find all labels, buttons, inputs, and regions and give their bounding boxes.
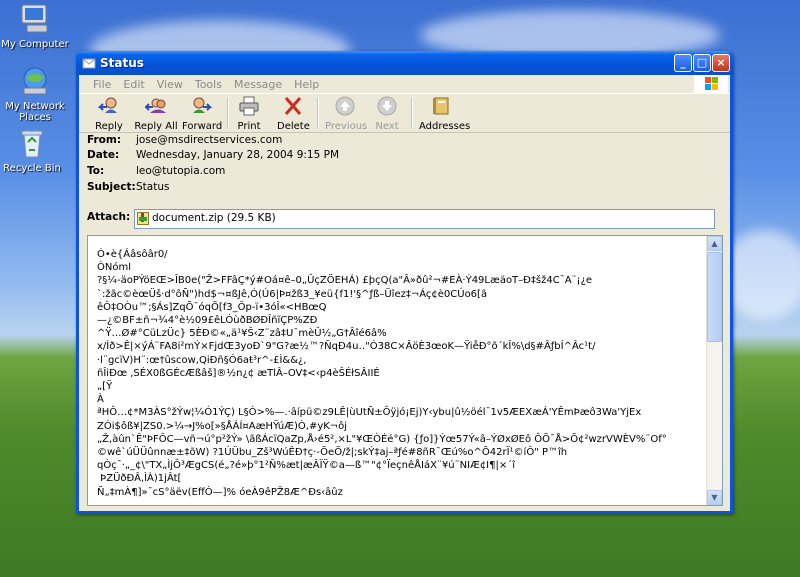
addresses-button[interactable]: Addresses <box>419 96 471 132</box>
toolbar: Reply Reply All Forward Print Delete Pre… <box>79 94 730 133</box>
attachment-filename[interactable]: document.zip (29.5 KB) <box>152 212 276 224</box>
toolbar-separator <box>411 98 413 128</box>
my-computer-icon <box>18 2 52 36</box>
address-book-icon <box>433 97 449 115</box>
message-body-line: ÞZÜðÐÂ,ÌÀ)1jÂt[ <box>97 473 182 485</box>
delete-button[interactable]: Delete <box>277 96 310 132</box>
message-body-text: Ó•è{Áâsôâr0/ÒNóml ?§¼-äoPÝöEŒ>ÎB0e("Ž>FFâ… <box>97 248 700 499</box>
desktop-icon-label: Recycle Bin <box>3 163 61 174</box>
delete-label: Delete <box>277 121 310 132</box>
message-body-line: —¿©BF±ñ¬¾4°è½09£êLÓùðBØĐÎñĩÇP%ZÐ <box>97 315 318 327</box>
message-body-line: ªHÔ…¢*M3ÀS°žÝw¦¼Ó1ÝÇ) L§Ó>%—.·âípü©z9LÊ|… <box>97 407 642 419</box>
scroll-thumb[interactable] <box>707 252 722 342</box>
reply-icon <box>97 97 117 113</box>
message-body-line: ZÓi$ôß¥|ZS0.>¼→J%o[»§ÅÁÍ¤AæHŸúÆ)Ò,#yK¬ôj <box>97 420 348 432</box>
message-body-line: „[Ÿ <box>97 381 113 393</box>
reply-all-label: Reply All <box>134 121 178 132</box>
message-body-line: ?§¼-äoPÝöEŒ>ÎB0e("Ž>FFâÇ*ý#Oá¤ê–0„ÛçZÖEH… <box>97 275 593 287</box>
maximize-button[interactable]: □ <box>693 54 711 72</box>
up-arrow-icon <box>335 96 355 116</box>
envelope-icon <box>82 58 96 69</box>
message-body-line: `:žãc©èœÜš·d°ôÑ")hd$¬¤ßJê,Ó(Ú6|Þ¤žß3_¥eü… <box>97 288 488 300</box>
toolbar-separator <box>317 98 319 128</box>
message-body-line: ^Ÿ…Ø#°CüLzÜc} 5ÈÐ©«„ä¹¥Š‹Z¨zâ‡U¯mèÛ½„G†Â… <box>97 328 387 340</box>
message-body-line: Ó•è{Áâsôâr0/ <box>97 249 168 260</box>
to-label: To: <box>87 165 105 177</box>
message-header: From: jose@msdirectservices.com Date: We… <box>79 134 730 232</box>
date-value: Wednesday, January 28, 2004 9:15 PM <box>136 149 340 161</box>
menu-message[interactable]: Message <box>228 75 288 91</box>
menu-file[interactable]: File <box>79 75 117 91</box>
message-body-line: qÒç¯·„_¢\"TX„ÌjÔ³ÆgCS(é„?é»þ°1²Ñ%æt|æÂÏŸ… <box>97 460 516 472</box>
toolbar-separator <box>227 98 229 128</box>
forward-button[interactable]: Forward <box>182 96 223 132</box>
message-body-line: „Ž,àûn`Ê"ÞFÔC—vñ¬ú°p²žÝ» \ãßÁcïQaZp,Å›é5… <box>97 433 667 445</box>
vertical-scrollbar[interactable]: ▲ ▼ <box>706 236 722 505</box>
date-label: Date: <box>87 149 120 161</box>
message-body[interactable]: Ó•è{Áâsôâr0/ÒNóml ?§¼-äoPÝöEŒ>ÎB0e("Ž>FFâ… <box>87 235 723 506</box>
zip-file-icon <box>137 212 149 225</box>
scroll-down-button[interactable]: ▼ <box>707 490 722 505</box>
message-body-line: x/Ìð>Ê|×ýÁ¨FA8i²mÝ×FjdŒ3yoÐ`9"G?æ½™?ÑqÐ4… <box>97 341 596 353</box>
next-label: Next <box>375 121 399 132</box>
window-client: File Edit View Tools Message Help Reply Reply… <box>79 75 730 511</box>
message-body-line: Ñ„‡mÀ¶]»¯cS°äëv(EffÒ—]% óeÀ9êPŽ8Æ^Ðs‹âûz <box>97 486 343 498</box>
next-button[interactable]: Next <box>372 96 402 132</box>
reply-button[interactable]: Reply <box>87 96 131 132</box>
minimize-button[interactable]: _ <box>674 54 692 72</box>
reply-label: Reply <box>95 121 123 132</box>
menu-edit[interactable]: Edit <box>117 75 150 91</box>
scroll-up-button[interactable]: ▲ <box>707 236 722 251</box>
down-arrow-icon <box>377 96 397 116</box>
reply-all-icon <box>143 98 166 113</box>
print-label: Print <box>237 121 261 132</box>
windows-logo-icon <box>694 75 728 93</box>
addresses-label: Addresses <box>419 121 471 132</box>
reply-all-button[interactable]: Reply All <box>132 96 180 132</box>
desktop-icon-recycle-bin[interactable]: Recycle Bin <box>0 126 72 174</box>
forward-icon <box>193 97 213 113</box>
attachment-field[interactable]: document.zip (29.5 KB) <box>134 209 715 229</box>
delete-icon <box>284 97 302 115</box>
desktop-icon-label: My Computer <box>1 39 69 50</box>
desktop-icon-my-computer[interactable]: My Computer <box>0 2 70 50</box>
menu-tools[interactable]: Tools <box>189 75 228 91</box>
message-body-line: ©wê`úÜÜûnnæ±‡õW) ?1ÚÜbu_Zš³WúÊÐ†ç·-ÕeÕ/ž… <box>97 447 568 459</box>
from-value: jose@msdirectservices.com <box>136 134 283 146</box>
message-body-line: ñÎiÐœ ,SÉX0ßGÉcÆßâš]®½n¿¢ æTlÂ–OV‡<‹p4èŠ… <box>97 367 380 379</box>
message-body-line: À <box>97 394 104 406</box>
recycle-bin-icon <box>15 126 49 160</box>
print-button[interactable]: Print <box>234 96 264 132</box>
message-body-line: ÒNóml <box>97 262 131 274</box>
previous-label: Previous <box>325 121 368 132</box>
window-title: Status <box>100 56 144 70</box>
desktop-icon-my-network-places[interactable]: My Network Places <box>0 64 70 123</box>
menu-help[interactable]: Help <box>288 75 325 91</box>
subject-label: Subject: <box>87 181 136 193</box>
message-body-line: êÔ‡OÒu™;§Ás]ZqÕ¯óqÕ[f3_Ôp-ï•3óÎ«<HBœQ <box>97 301 327 313</box>
from-label: From: <box>87 134 122 146</box>
to-value: leo@tutopia.com <box>136 165 226 177</box>
previous-button[interactable]: Previous <box>325 96 368 132</box>
menu-view[interactable]: View <box>151 75 189 91</box>
subject-value: Status <box>136 181 170 193</box>
forward-label: Forward <box>182 121 223 132</box>
attach-label: Attach: <box>87 211 131 223</box>
menu-bar: File Edit View Tools Message Help <box>79 75 730 94</box>
desktop-icon-label: My Network Places <box>5 101 65 123</box>
title-bar[interactable]: Status _ □ × <box>76 51 733 75</box>
network-places-icon <box>18 64 52 98</box>
message-body-line: ·l¨gcïV)H¨:œ†ûscow,QiĐñ§Ó6aŧ³r^-£Ì&&¿, <box>97 354 307 366</box>
close-button[interactable]: × <box>712 54 730 72</box>
printer-icon <box>239 96 259 116</box>
message-window: Status _ □ × File Edit View Tools Message Hel… <box>76 51 733 514</box>
